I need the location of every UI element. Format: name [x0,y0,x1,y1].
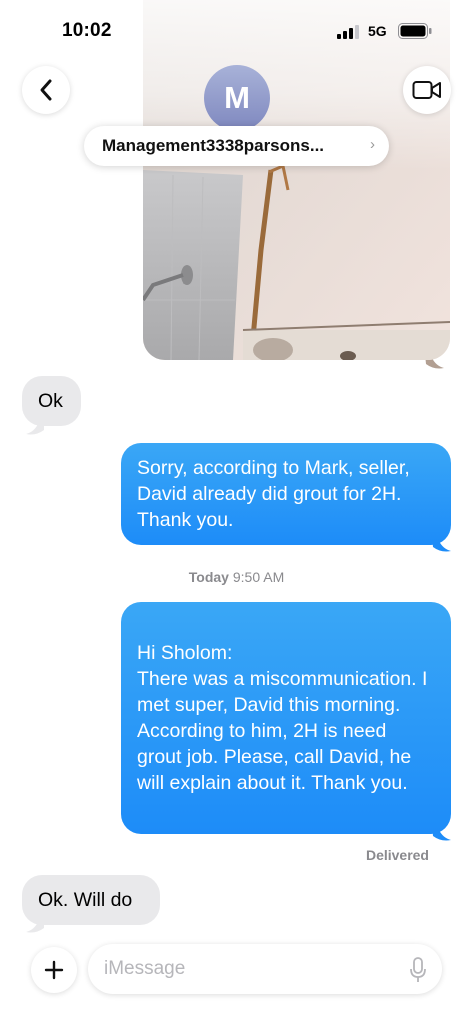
delivered-status: Delivered [365,847,429,863]
message-composer [0,935,473,1024]
video-call-button[interactable] [403,66,451,114]
message-bubble[interactable]: Sorry, according to Mark, seller, David … [121,443,451,545]
contact-avatar[interactable]: M [204,65,270,131]
add-attachment-button[interactable] [31,947,77,993]
contact-name-pill[interactable]: Management3338parsons... › [84,126,389,166]
status-time: 10:02 [62,20,112,41]
message-bubble[interactable]: Ok [22,376,81,426]
status-bar: 10:02 5G [0,0,473,60]
plus-icon [44,960,64,980]
timestamp-day: Today [188,569,229,585]
signal-icon [337,25,359,39]
message-text: Sorry, according to Mark, seller, David … [137,457,410,531]
back-button[interactable] [22,66,70,114]
message-text: Hi Sholom: There was a miscommunication.… [137,642,428,794]
message-bubble[interactable]: Hi Sholom: There was a miscommunication.… [121,602,451,834]
microphone-icon[interactable] [410,957,426,983]
video-camera-icon [412,81,441,99]
timestamp-time: 9:50 AM [232,569,285,585]
back-chevron-icon [40,79,52,101]
message-text: Ok. Will do [38,889,133,911]
contact-name: Management3338parsons... [102,136,325,155]
chevron-right-icon: › [370,136,375,153]
message-timestamp: Today 9:50 AM [0,569,473,585]
network-label: 5G [368,23,387,39]
message-bubble[interactable]: Ok. Will do [22,875,160,925]
message-text: Ok [38,390,63,412]
imessage-input[interactable] [88,944,442,994]
battery-icon [398,23,432,39]
